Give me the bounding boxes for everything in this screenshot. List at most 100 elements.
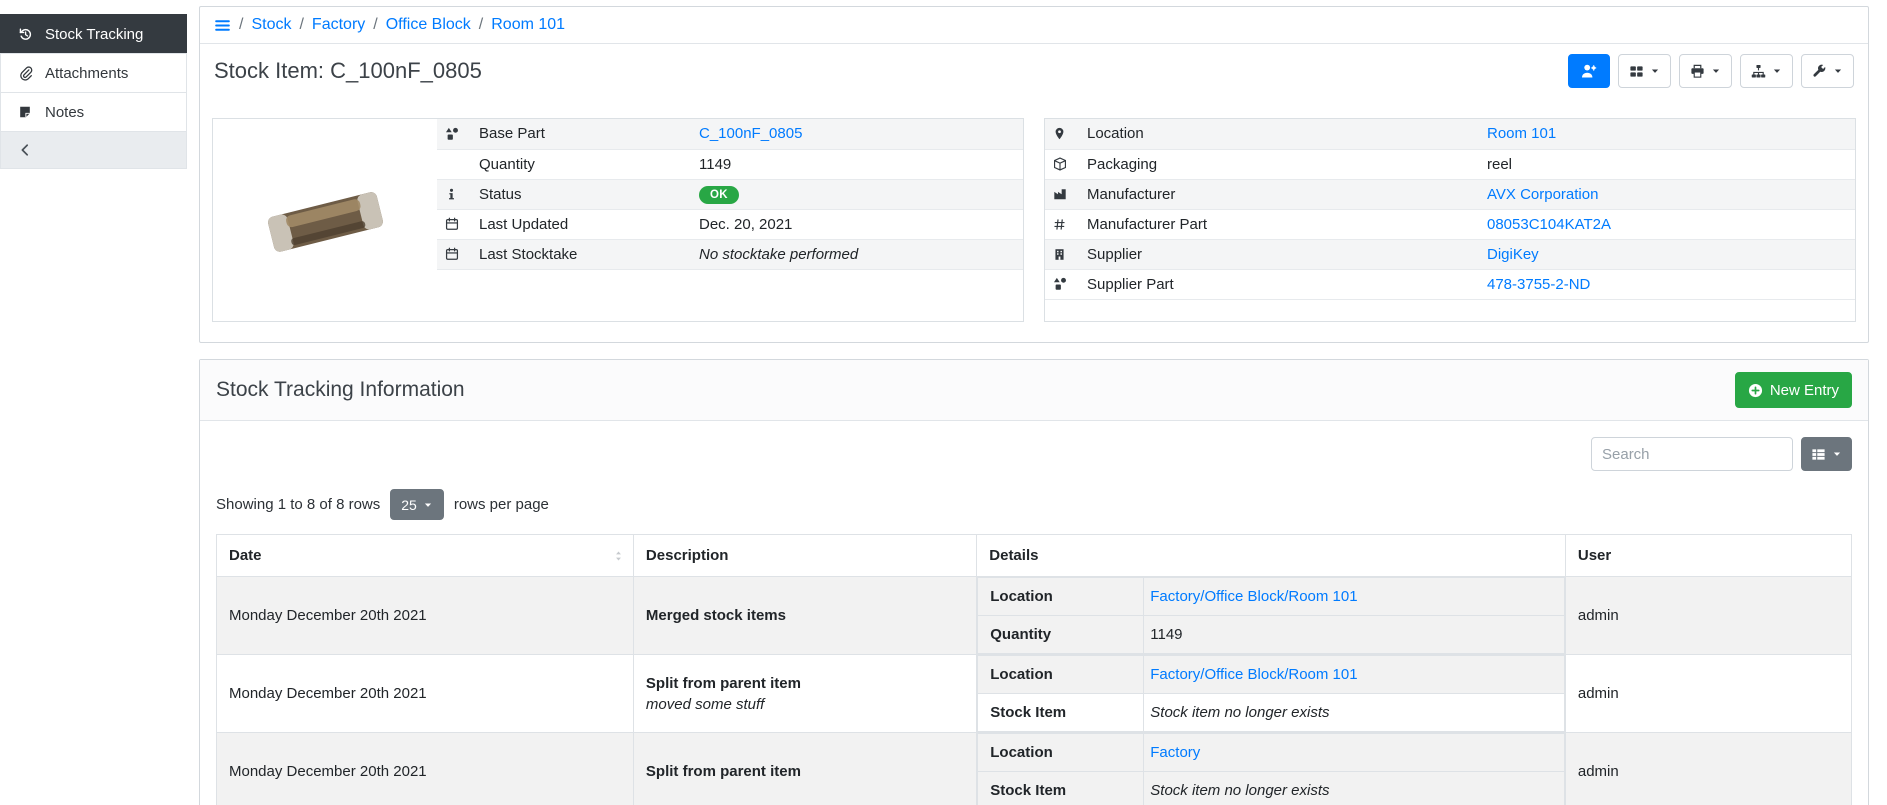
sidebar-item-stock-tracking[interactable]: Stock Tracking <box>0 14 187 54</box>
item-detail-row: Quantity1149 <box>437 149 1023 179</box>
list-columns-icon <box>1811 447 1826 462</box>
tracking-detail-row: Quantity1149 <box>978 616 1565 654</box>
tracking-detail-label: Location <box>978 578 1144 616</box>
item-detail-value: No stocktake performed <box>699 246 858 263</box>
print-actions-button[interactable] <box>1679 54 1732 88</box>
info-icon <box>445 188 471 201</box>
stock-item-card: /Stock/Factory/Office Block/Room 101 Sto… <box>199 6 1869 343</box>
tracking-row: Monday December 20th 2021 Merged stock it… <box>217 577 1852 655</box>
caret-down-icon <box>1832 449 1842 459</box>
title-row: Stock Item: C_100nF_0805 <box>200 44 1868 100</box>
sidebar-nav: Stock Tracking Attachments Notes <box>0 14 187 132</box>
tracking-user: admin <box>1565 577 1851 655</box>
stock-actions-button[interactable] <box>1740 54 1793 88</box>
item-detail-row: Base PartC_100nF_0805 <box>437 119 1023 149</box>
tracking-detail-link[interactable]: Factory/Office Block/Room 101 <box>1150 588 1357 605</box>
new-entry-button[interactable]: New Entry <box>1735 372 1852 408</box>
sort-icon <box>612 549 625 562</box>
tracking-detail-value: 1149 <box>1150 626 1182 643</box>
item-detail-label: Location <box>1079 119 1479 149</box>
item-detail-link[interactable]: AVX Corporation <box>1487 186 1598 203</box>
tracking-detail-label: Location <box>978 734 1144 772</box>
rows-per-page-label: rows per page <box>454 496 549 513</box>
tracking-details-table: Location Factory/Office Block/Room 101 Qua… <box>977 577 1565 654</box>
breadcrumb-link-stock[interactable]: Stock <box>251 16 291 33</box>
pagination-summary: Showing 1 to 8 of 8 rows <box>216 496 380 513</box>
tracking-detail-row: Location Factory <box>978 734 1565 772</box>
tracking-row: Monday December 20th 2021Split from pare… <box>217 733 1852 805</box>
tracking-detail-row: Stock ItemStock item no longer exists <box>978 694 1565 732</box>
map-marker-icon <box>1053 127 1079 140</box>
tracking-detail-row: LocationFactory/Office Block/Room 101 <box>978 656 1565 694</box>
item-detail-row: Supplier DigiKey <box>1045 239 1855 269</box>
page-size-value: 25 <box>401 497 417 513</box>
sidebar-item-attachments[interactable]: Attachments <box>0 53 187 93</box>
table-controls <box>216 421 1852 477</box>
calendar-icon <box>445 247 471 261</box>
sidebar-item-notes[interactable]: Notes <box>0 92 187 132</box>
grid-icon <box>1629 64 1644 79</box>
item-detail-label: Manufacturer Part <box>1079 209 1479 239</box>
item-details-region: Base PartC_100nF_0805Quantity1149StatusO… <box>200 100 1868 342</box>
note-icon <box>16 105 34 119</box>
tracking-date: Monday December 20th 2021 <box>217 577 634 655</box>
sidebar-item-label: Notes <box>45 104 84 121</box>
item-detail-row: Manufacturer AVX Corporation <box>1045 179 1855 209</box>
item-detail-label: Manufacturer <box>1079 179 1479 209</box>
item-sourcing-table: LocationRoom 101PackagingreelManufacture… <box>1045 119 1855 300</box>
breadcrumb-link-office-block[interactable]: Office Block <box>386 16 471 33</box>
item-detail-row: Supplier Part478-3755-2-ND <box>1045 269 1855 299</box>
item-detail-label: Last Updated <box>471 209 691 239</box>
tracking-detail-link[interactable]: Factory <box>1150 744 1200 761</box>
breadcrumb: /Stock/Factory/Office Block/Room 101 <box>200 7 1868 44</box>
tracking-title: Stock Tracking Information <box>216 378 465 402</box>
item-detail-link[interactable]: C_100nF_0805 <box>699 125 802 142</box>
search-input[interactable] <box>1591 437 1793 471</box>
package-icon <box>1053 157 1079 171</box>
edit-actions-button[interactable] <box>1801 54 1854 88</box>
item-detail-row: Last Updated Dec. 20, 2021 <box>437 209 1023 239</box>
column-header-label: Description <box>646 547 729 564</box>
page-title: Stock Item: C_100nF_0805 <box>214 58 482 84</box>
wrench-icon <box>1812 64 1827 79</box>
tracking-description: Merged stock items <box>646 607 964 624</box>
display-options-button[interactable] <box>1618 54 1671 88</box>
columns-button[interactable] <box>1801 437 1852 471</box>
item-detail-link[interactable]: 08053C104KAT2A <box>1487 216 1611 233</box>
breadcrumb-separator: / <box>299 16 303 33</box>
tracking-detail-row: Location Factory/Office Block/Room 101 <box>978 578 1565 616</box>
breadcrumb-link-room-101[interactable]: Room 101 <box>491 16 565 33</box>
column-header-user: User <box>1565 535 1851 577</box>
item-detail-label: Quantity <box>471 149 691 179</box>
stock-tracking-card: Stock Tracking Information New Entry Sho… <box>199 359 1869 805</box>
tracking-user: admin <box>1565 655 1851 733</box>
column-header-label: Date <box>229 547 262 564</box>
item-detail-link[interactable]: DigiKey <box>1487 246 1539 263</box>
item-detail-value: reel <box>1487 156 1512 173</box>
item-summary-table: Base PartC_100nF_0805Quantity1149StatusO… <box>437 119 1023 270</box>
caret-down-icon <box>1833 66 1843 76</box>
item-detail-label: Supplier <box>1079 239 1479 269</box>
user-actions-button[interactable] <box>1568 54 1610 88</box>
pagination: Showing 1 to 8 of 8 rows 25 rows per pag… <box>216 477 1852 534</box>
capacitor-image <box>261 174 389 266</box>
column-header-date[interactable]: Date <box>217 535 634 577</box>
item-detail-value: Dec. 20, 2021 <box>699 216 792 233</box>
menu-bars-icon[interactable] <box>214 17 231 34</box>
stock-item-thumbnail[interactable] <box>213 119 437 321</box>
page-size-button[interactable]: 25 <box>390 489 444 520</box>
tracking-details-table: LocationFactory/Office Block/Room 101Sto… <box>977 655 1565 732</box>
tracking-details-table: LocationFactoryStock ItemStock item no l… <box>977 733 1565 805</box>
breadcrumb-link-factory[interactable]: Factory <box>312 16 365 33</box>
sidebar-collapse-button[interactable] <box>0 131 187 169</box>
tracking-detail-link[interactable]: Factory/Office Block/Room 101 <box>1150 666 1357 683</box>
sidebar-item-label: Stock Tracking <box>45 26 143 43</box>
item-detail-row: Location Room 101 <box>1045 119 1855 149</box>
status-badge: OK <box>699 186 739 204</box>
sidebar: Stock Tracking Attachments Notes <box>0 0 187 805</box>
tracking-detail-value: Stock item no longer exists <box>1150 704 1329 721</box>
shapes-icon <box>1053 277 1079 291</box>
caret-down-icon <box>423 500 433 510</box>
item-detail-link[interactable]: 478-3755-2-ND <box>1487 276 1590 293</box>
item-detail-link[interactable]: Room 101 <box>1487 125 1556 142</box>
